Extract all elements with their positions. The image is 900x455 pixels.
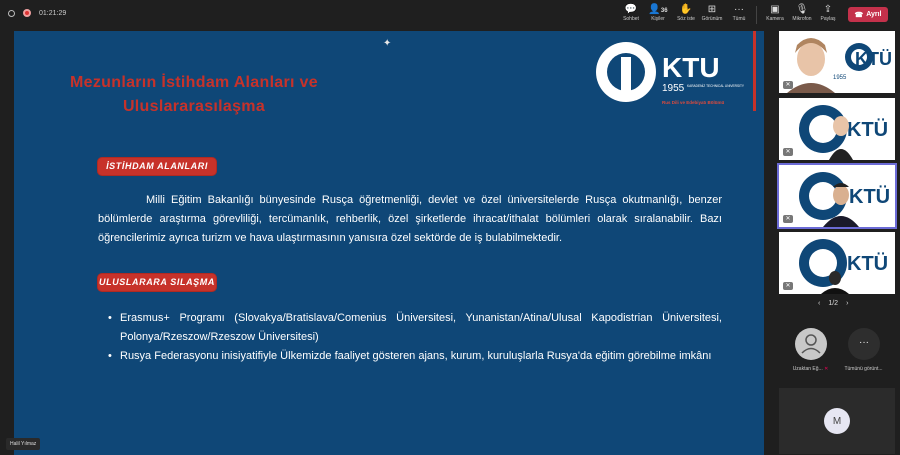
people-button[interactable]: 👤36 Kişiler <box>644 4 672 22</box>
svg-text:1955: 1955 <box>833 75 847 81</box>
mic-button[interactable]: 🎙 Mikrofon <box>789 4 815 22</box>
svg-text:KTÜ: KTÜ <box>849 185 890 208</box>
avatar: M <box>824 408 850 434</box>
bullet-item: Rusya Federasyonu inisiyatifiyle Ülkemiz… <box>108 347 722 366</box>
camera-button[interactable]: ▣ Kamera <box>762 4 788 22</box>
mic-muted-icon: ✕ <box>783 81 793 89</box>
svg-text:1955: 1955 <box>662 83 685 94</box>
tile-pager: ‹ 1/2 › <box>818 300 849 307</box>
view-all-label: Tümünü görünt... <box>844 366 883 372</box>
ktu-logo: KTU 1955 KARADENİZ TECHNICAL UNIVERSITY … <box>596 42 745 105</box>
internationalization-badge: ULUSLARARA SILAŞMA <box>98 274 216 291</box>
slide-title: Mezunların İstihdam Alanları ve Uluslara… <box>70 74 318 115</box>
share-button[interactable]: ⇪ Paylaş <box>815 4 841 22</box>
svg-text:KTÜ: KTÜ <box>855 49 892 69</box>
bullet-item: Erasmus+ Programı (Slovakya/Bratislava/C… <box>108 309 722 347</box>
meeting-toolbar: 01:21:29 💬 Sohbet 👤36 Kişiler ✋ Söz iste… <box>0 0 900 30</box>
meeting-status: 01:21:29 <box>8 9 66 17</box>
phone-hangup-icon: ☎ <box>854 11 864 19</box>
participant-video: KTÜ <box>779 232 895 294</box>
employment-paragraph: Milli Eğitim Bakanlığı bünyesinde Rusça … <box>98 194 722 244</box>
more-icon: ··· <box>734 4 744 15</box>
meeting-timer: 01:21:29 <box>39 9 67 17</box>
video-tile[interactable]: KTÜ 1955 ✕ <box>779 31 895 93</box>
view-button[interactable]: ⊞ Görünüm <box>699 4 725 22</box>
camera-off-icon: ▣ <box>770 4 780 15</box>
svg-text:KTÜ: KTÜ <box>847 118 888 141</box>
shield-icon <box>8 9 15 17</box>
mic-muted-icon: ✕ <box>824 366 829 372</box>
participant-video: KTÜ 1955 <box>779 31 895 93</box>
self-view-tile[interactable]: M <box>779 388 895 454</box>
video-tile-active[interactable]: KTÜ ✕ <box>777 163 897 229</box>
view-all-button[interactable]: ··· <box>848 328 880 360</box>
share-icon: ⇪ <box>823 4 833 15</box>
video-tile[interactable]: KTÜ ✕ <box>779 98 895 160</box>
svg-text:KTU: KTU <box>662 52 720 83</box>
slide-accent-line <box>753 31 756 111</box>
svg-text:KARADENİZ TECHNICAL UNIVERSITY: KARADENİZ TECHNICAL UNIVERSITY <box>687 83 745 88</box>
participant-video: KTÜ <box>779 165 895 227</box>
toolbar-divider <box>756 6 757 24</box>
mic-muted-icon: ✕ <box>783 148 793 156</box>
recording-icon <box>23 9 31 17</box>
person-icon <box>801 334 821 354</box>
mic-muted-icon: ✕ <box>783 282 793 290</box>
chevron-left-icon[interactable]: ‹ <box>818 300 820 307</box>
presenter-name-tag: Halil Yılmaz <box>6 438 41 450</box>
shared-slide: ✦ Mezunların İstihdam Alanları ve Ulusla… <box>14 31 764 455</box>
chevron-right-icon[interactable]: › <box>846 300 848 307</box>
raise-hand-button[interactable]: ✋ Söz iste <box>673 4 699 22</box>
employment-badge: İSTİHDAM ALANLARI <box>98 158 216 175</box>
participant-video: KTÜ <box>779 98 895 160</box>
mic-off-icon: 🎙 <box>795 4 809 15</box>
raise-hand-icon: ✋ <box>679 4 693 15</box>
sparkle-icon[interactable]: ✦ <box>383 38 391 49</box>
participant-label: Uzaktan Eğ... ✕ <box>792 366 829 372</box>
svg-text:KTÜ: KTÜ <box>847 252 888 275</box>
people-icon: 👤36 <box>648 4 668 15</box>
video-tile[interactable]: KTÜ ✕ <box>779 232 895 294</box>
participants-panel: KTÜ 1955 ✕ KTÜ ✕ KTÜ ✕ KTÜ ✕ ‹ 1/2 › Uza… <box>770 31 900 455</box>
chat-button[interactable]: 💬 Sohbet <box>618 4 644 22</box>
mic-muted-icon: ✕ <box>783 215 793 223</box>
more-icon: ··· <box>859 337 869 348</box>
participant-avatar[interactable] <box>795 328 827 360</box>
view-icon: ⊞ <box>707 4 717 15</box>
svg-text:Rus Dili ve Edebiyatı Bölümü: Rus Dili ve Edebiyatı Bölümü <box>662 100 725 105</box>
chat-icon: 💬 <box>624 4 638 15</box>
leave-button[interactable]: ☎ Ayrıl <box>848 7 888 22</box>
more-button[interactable]: ··· Tümü <box>726 4 752 22</box>
